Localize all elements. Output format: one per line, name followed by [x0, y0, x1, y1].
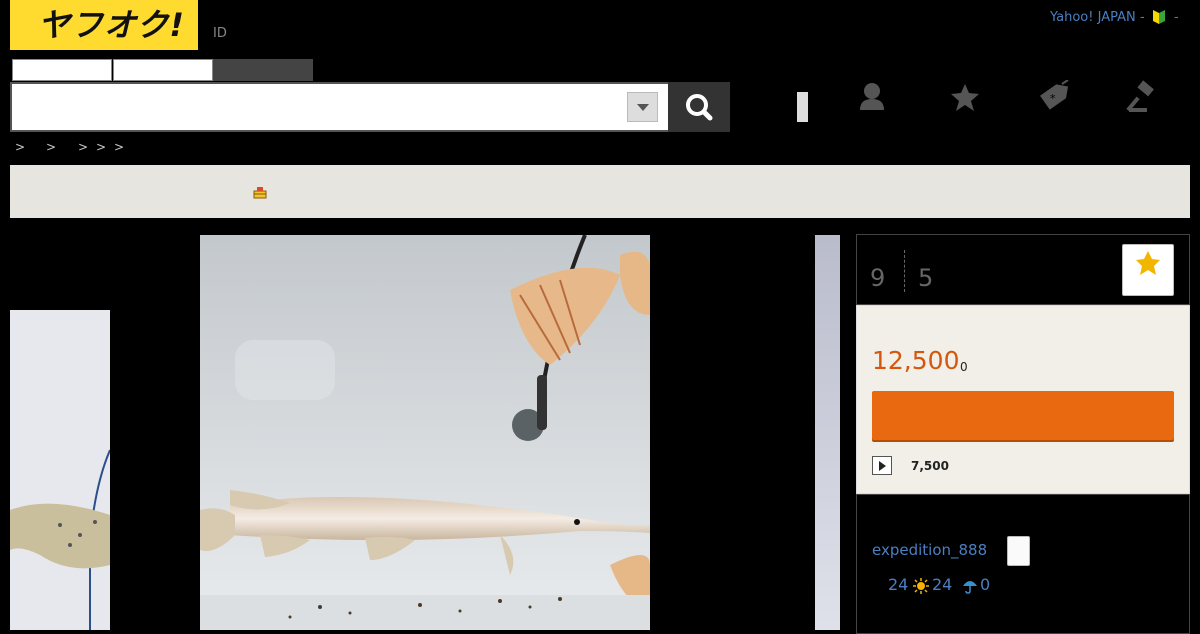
bid-button[interactable]: [872, 391, 1174, 440]
svg-text:*: *: [1050, 92, 1056, 105]
rating-good[interactable]: 24: [932, 575, 952, 594]
gavel-icon[interactable]: [1125, 80, 1159, 114]
search-button[interactable]: [668, 82, 730, 132]
id-label[interactable]: ID: [213, 26, 227, 41]
umbrella-icon: [963, 581, 977, 594]
watch-count: 9: [870, 264, 886, 292]
breadcrumb-separator: >: [78, 140, 89, 154]
divider-bar: [797, 92, 808, 122]
current-price: 12,500: [872, 346, 960, 375]
search-icon: [686, 94, 713, 121]
image-thumbnail-prev[interactable]: [10, 310, 110, 630]
search-input[interactable]: [18, 90, 622, 126]
search-tab-1[interactable]: [12, 59, 112, 81]
sun-icon: [913, 578, 929, 594]
image-thumbnail-next[interactable]: [815, 235, 840, 630]
bid-count: 5: [918, 264, 934, 292]
search-tab-2[interactable]: [113, 59, 213, 81]
tag-icon[interactable]: *: [1036, 80, 1070, 114]
breadcrumb-separator: >: [96, 140, 107, 154]
header-separator: -: [1140, 10, 1145, 25]
search-tab-3[interactable]: [213, 59, 313, 81]
beginner-icon[interactable]: [1153, 10, 1165, 24]
breadcrumb-separator: >: [15, 140, 26, 154]
yahoo-japan-link[interactable]: Yahoo! JAPAN: [1050, 10, 1136, 25]
breadcrumb-separator: >: [46, 140, 57, 154]
price-tax-note: 0: [960, 360, 968, 374]
buy-now-toggle[interactable]: [872, 456, 892, 475]
rating-bad[interactable]: 0: [980, 575, 990, 594]
buy-now-price: 7,500: [911, 459, 949, 473]
seller-badge[interactable]: [1007, 536, 1030, 566]
star-icon: [1136, 251, 1160, 275]
notice-icon: [253, 187, 267, 199]
rating-total[interactable]: 24: [888, 575, 908, 594]
stats-divider: [904, 250, 905, 292]
breadcrumb-separator: >: [114, 140, 125, 154]
star-icon[interactable]: [948, 80, 982, 114]
watchlist-button[interactable]: [1122, 244, 1174, 296]
notice-bar: [10, 165, 1190, 218]
user-icon[interactable]: [855, 80, 889, 114]
logo[interactable]: ヤフオク!: [10, 0, 198, 50]
main-product-image[interactable]: [200, 235, 650, 630]
search-options-dropdown[interactable]: [627, 92, 658, 122]
seller-name-link[interactable]: expedition_888: [872, 541, 987, 559]
header-separator: -: [1174, 10, 1179, 25]
